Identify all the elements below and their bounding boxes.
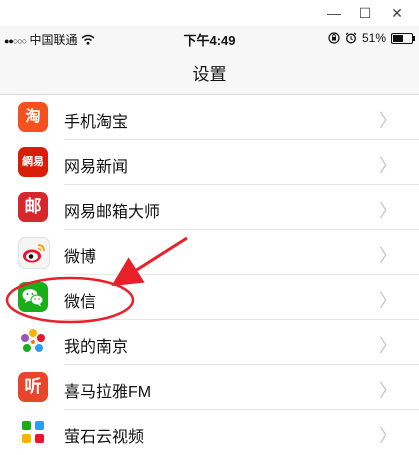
list-item-label: 网易邮箱大师 xyxy=(64,204,161,221)
list-item-wechat[interactable]: 微信 〉 xyxy=(0,275,419,320)
list-item-my-nanjing[interactable]: 我的南京 〉 xyxy=(0,320,419,365)
maximize-button[interactable]: ☐ xyxy=(353,3,377,23)
netease-mail-icon: 邮 xyxy=(18,192,48,222)
chevron-right-icon: 〉 xyxy=(379,246,397,266)
chevron-right-icon: 〉 xyxy=(379,201,397,221)
battery-percent: 51% xyxy=(361,31,386,45)
ximalaya-icon: 听 xyxy=(18,372,48,402)
list-item-label: 喜马拉雅FM xyxy=(64,384,152,401)
chevron-right-icon: 〉 xyxy=(379,291,397,311)
list-item-label: 微信 xyxy=(64,294,97,311)
orientation-lock-icon xyxy=(328,32,340,44)
list-item-label: 网易新闻 xyxy=(64,159,129,176)
page-title: 设置 xyxy=(192,65,227,84)
chevron-right-icon: 〉 xyxy=(379,156,397,176)
chevron-right-icon: 〉 xyxy=(379,111,397,131)
app-settings-list: 淘 手机淘宝 〉 網易 网易新闻 〉 邮 网易邮箱大师 〉 微博 〉 微信 〉 … xyxy=(0,95,419,455)
chevron-right-icon: 〉 xyxy=(379,381,397,401)
close-button[interactable]: ✕ xyxy=(385,3,409,23)
list-item-netease-mail[interactable]: 邮 网易邮箱大师 〉 xyxy=(0,185,419,230)
alarm-icon xyxy=(345,32,357,44)
status-bar: ●●○○○ 中国联通 下午4:49 51% xyxy=(0,26,419,50)
list-item-label: 微博 xyxy=(64,249,97,266)
list-item-label: 手机淘宝 xyxy=(64,114,129,131)
chevron-right-icon: 〉 xyxy=(379,336,397,356)
navigation-bar: 设置 xyxy=(0,50,419,95)
list-item-label: 我的南京 xyxy=(64,339,129,356)
netease-news-icon: 網易 xyxy=(18,147,48,177)
chevron-right-icon: 〉 xyxy=(379,426,397,446)
list-item-ximalaya[interactable]: 听 喜马拉雅FM 〉 xyxy=(0,365,419,410)
list-item-weibo[interactable]: 微博 〉 xyxy=(0,230,419,275)
list-item-taobao[interactable]: 淘 手机淘宝 〉 xyxy=(0,95,419,140)
weibo-icon xyxy=(18,237,50,269)
battery-icon xyxy=(391,32,415,44)
minimize-button[interactable]: — xyxy=(322,3,346,23)
list-item-label: 萤石云视频 xyxy=(64,429,145,446)
taobao-icon: 淘 xyxy=(18,102,48,132)
ezviz-icon xyxy=(18,417,48,447)
list-item-ezviz[interactable]: 萤石云视频 〉 xyxy=(0,410,419,455)
wechat-icon xyxy=(18,282,48,312)
list-item-netease-news[interactable]: 網易 网易新闻 〉 xyxy=(0,140,419,185)
my-nanjing-icon xyxy=(18,327,48,357)
window-title-bar: — ☐ ✕ xyxy=(0,0,419,26)
